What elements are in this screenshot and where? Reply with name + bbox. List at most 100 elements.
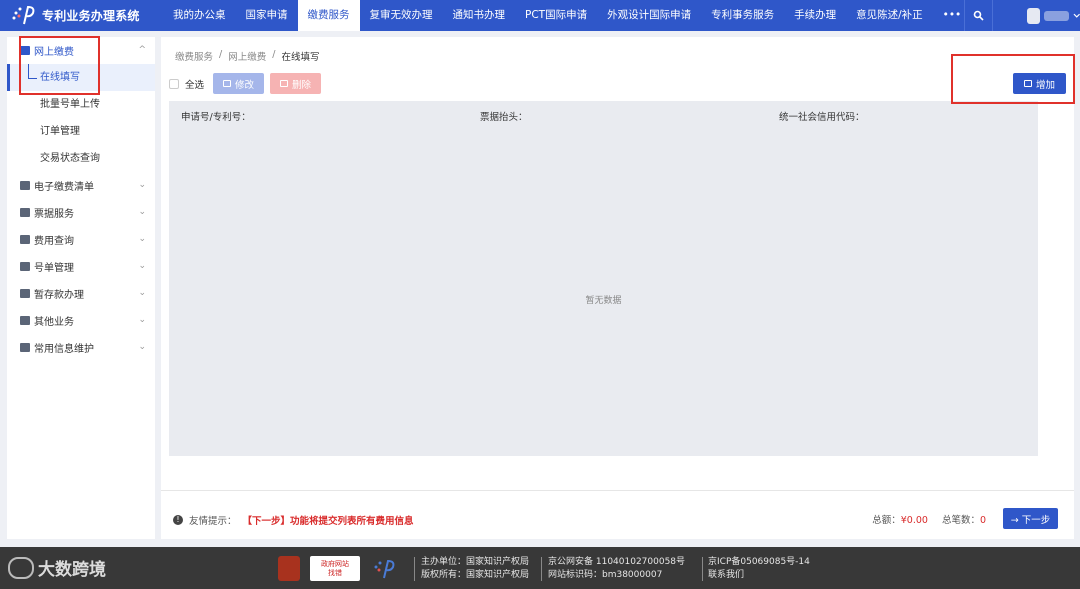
tip: ! 友情提示： 【下一步】功能将提交列表所有费用信息 xyxy=(173,513,414,527)
search-button[interactable] xyxy=(964,0,992,31)
sidebar-group[interactable]: 暂存款办理 ⌄ xyxy=(7,280,155,307)
user-name-redacted xyxy=(1044,10,1069,21)
site-footer: 大数跨境 政府网站 找错 主办单位：国家知识产权局 版权所有：国家知识产权局 京… xyxy=(0,547,1080,589)
gov-site-error-report-badge[interactable]: 政府网站 找错 xyxy=(310,556,360,581)
toolbar: 全选 修改 删除 xyxy=(169,73,322,94)
nav-item[interactable]: 缴费服务 xyxy=(297,0,360,31)
breadcrumb-separator: / xyxy=(219,49,223,60)
footer-divider xyxy=(414,557,415,581)
breadcrumb-separator: / xyxy=(272,49,276,60)
trash-icon xyxy=(280,80,289,87)
table-header: 申请号/专利号： 票据抬头： 统一社会信用代码： xyxy=(169,101,1038,127)
next-step-button[interactable]: → 下一步 xyxy=(1003,508,1058,529)
user-menu[interactable] xyxy=(992,0,1080,31)
app-title: 专利业务办理系统 xyxy=(42,8,140,23)
top-right-tools xyxy=(964,0,1080,31)
menu-icon xyxy=(20,343,30,352)
chevron-down-icon: ⌄ xyxy=(138,261,146,271)
nav-item[interactable]: 专利事务服务 xyxy=(701,0,784,31)
site-code: 网站标识码：bm38000007 xyxy=(548,570,663,580)
nav-item[interactable]: 手续办理 xyxy=(784,0,846,31)
breadcrumb-item[interactable]: 网上缴费 xyxy=(228,49,266,63)
nav-item[interactable]: 复审无效办理 xyxy=(360,0,443,31)
breadcrumb-current: 在线填写 xyxy=(281,52,320,63)
edit-icon xyxy=(223,80,232,87)
nav-item[interactable]: 国家申请 xyxy=(236,0,298,31)
select-all-label[interactable]: 全选 xyxy=(185,77,204,91)
delete-button[interactable]: 删除 xyxy=(270,73,322,94)
edit-button[interactable]: 修改 xyxy=(213,73,265,94)
payment-table: 申请号/专利号： 票据抬头： 统一社会信用代码： 暂无数据 xyxy=(169,101,1038,456)
tip-label: 友情提示： xyxy=(189,516,237,527)
chevron-down-icon: ⌄ xyxy=(138,234,146,244)
footer-divider xyxy=(702,557,703,581)
footer-badges: 政府网站 找错 xyxy=(278,556,396,581)
watermark-text: 大数跨境 xyxy=(38,560,106,580)
total-amount-value: ¥0.00 xyxy=(900,515,928,526)
totals: 总额：¥0.00 总笔数：0 xyxy=(872,512,986,526)
sidebar-group[interactable]: 号单管理 ⌄ xyxy=(7,253,155,280)
icp-record[interactable]: 京ICP备05069085号-14 xyxy=(708,556,810,569)
sidebar-group-label: 暂存款办理 xyxy=(34,290,84,301)
sidebar-subitem[interactable]: 订单管理 xyxy=(7,118,155,145)
nav-item[interactable]: 外观设计国际申请 xyxy=(597,0,701,31)
brand[interactable]: 专利业务办理系统 xyxy=(10,4,140,26)
sidebar-group[interactable]: 电子缴费清单 ⌄ xyxy=(7,172,155,199)
main-panel: 缴费服务 / 网上缴费 / 在线填写 全选 修改 删除 增加 申请号/专利号： … xyxy=(161,37,1074,539)
footer-divider xyxy=(541,557,542,581)
menu-icon xyxy=(20,235,30,244)
sidebar-subitem[interactable]: 批量号单上传 xyxy=(7,91,155,118)
menu-icon xyxy=(20,316,30,325)
total-count-value: 0 xyxy=(979,515,986,526)
nav-item[interactable]: 意见陈述/补正 xyxy=(846,0,933,31)
total-amount-label: 总额： xyxy=(872,515,901,526)
nav-item[interactable]: 通知书办理 xyxy=(443,0,516,31)
total-amount: 总额：¥0.00 xyxy=(872,512,928,526)
breadcrumb-item[interactable]: 缴费服务 xyxy=(175,49,213,63)
menu-icon xyxy=(20,289,30,298)
watermark: 大数跨境 xyxy=(8,555,106,580)
empty-state: 暂无数据 xyxy=(585,296,622,306)
sidebar-group-label: 常用信息维护 xyxy=(34,344,94,355)
main-nav: 我的办公桌 国家申请 缴费服务 复审无效办理 通知书办理 PCT国际申请 外观设计国际申请专… xyxy=(163,0,971,31)
sidebar-subitem[interactable]: 交易状态查询 xyxy=(7,145,155,172)
sidebar: 网上缴费 ^ 在线填写 批量号单上传 订单管理 交易状态查询 电子缴费清单 ⌄ 票据服务 ⌄… xyxy=(7,37,155,539)
select-all-checkbox[interactable] xyxy=(169,78,179,89)
column-header-application-number: 申请号/专利号： xyxy=(181,112,251,123)
summary-bar: ! 友情提示： 【下一步】功能将提交列表所有费用信息 总额：¥0.00 总笔数：… xyxy=(161,490,1074,539)
menu-icon xyxy=(20,181,30,190)
police-record[interactable]: 京公网安备 11040102700058号 xyxy=(548,556,685,569)
footer-sponsor: 主办单位：国家知识产权局 版权所有：国家知识产权局 xyxy=(421,556,529,582)
sidebar-group[interactable]: 费用查询 ⌄ xyxy=(7,226,155,253)
sidebar-group-label: 票据服务 xyxy=(34,209,74,220)
badge-text: 找错 xyxy=(328,568,342,577)
copyright-text: 版权所有：国家知识产权局 xyxy=(421,570,530,580)
total-count: 总笔数：0 xyxy=(942,512,986,526)
breadcrumb: 缴费服务 / 网上缴费 / 在线填写 xyxy=(175,49,319,63)
sidebar-group[interactable]: 常用信息维护 ⌄ xyxy=(7,334,155,361)
party-emblem-icon[interactable] xyxy=(278,556,300,581)
nav-item[interactable]: PCT国际申请 xyxy=(515,0,597,31)
sidebar-group[interactable]: 其他业务 ⌄ xyxy=(7,307,155,334)
nav-item[interactable]: 我的办公桌 xyxy=(163,0,236,31)
info-icon: ! xyxy=(173,515,183,525)
search-icon xyxy=(973,10,984,21)
footer-police: 京公网安备 11040102700058号 网站标识码：bm38000007 xyxy=(548,556,685,582)
top-navigation-bar: 专利业务办理系统 我的办公桌 国家申请 缴费服务 复审无效办理 通知书办理 PCT国际申请… xyxy=(0,0,1080,31)
sidebar-group[interactable]: 票据服务 ⌄ xyxy=(7,199,155,226)
contact-us-link[interactable]: 联系我们 xyxy=(708,569,810,582)
highlight-box-add xyxy=(951,54,1075,104)
chevron-down-icon xyxy=(1073,13,1080,18)
column-header-credit-code: 统一社会信用代码： xyxy=(779,112,865,123)
avatar xyxy=(1027,7,1041,24)
sidebar-groups: 电子缴费清单 ⌄ 票据服务 ⌄ 费用查询 ⌄ 号单管理 ⌄ 暂存款办理 ⌄ 其他业务 ⌄ 常用信息维护 ⌄ xyxy=(7,172,155,361)
menu-icon xyxy=(20,262,30,271)
highlight-box-sidebar xyxy=(19,36,100,95)
watermark-logo-icon xyxy=(8,556,34,579)
chevron-down-icon: ⌄ xyxy=(138,342,146,352)
sponsor-text: 主办单位：国家知识产权局 xyxy=(421,557,530,567)
tip-text: 【下一步】功能将提交列表所有费用信息 xyxy=(242,516,414,527)
sidebar-group-label: 电子缴费清单 xyxy=(34,182,94,193)
total-count-label: 总笔数： xyxy=(941,515,980,526)
chevron-down-icon: ⌄ xyxy=(138,180,146,190)
